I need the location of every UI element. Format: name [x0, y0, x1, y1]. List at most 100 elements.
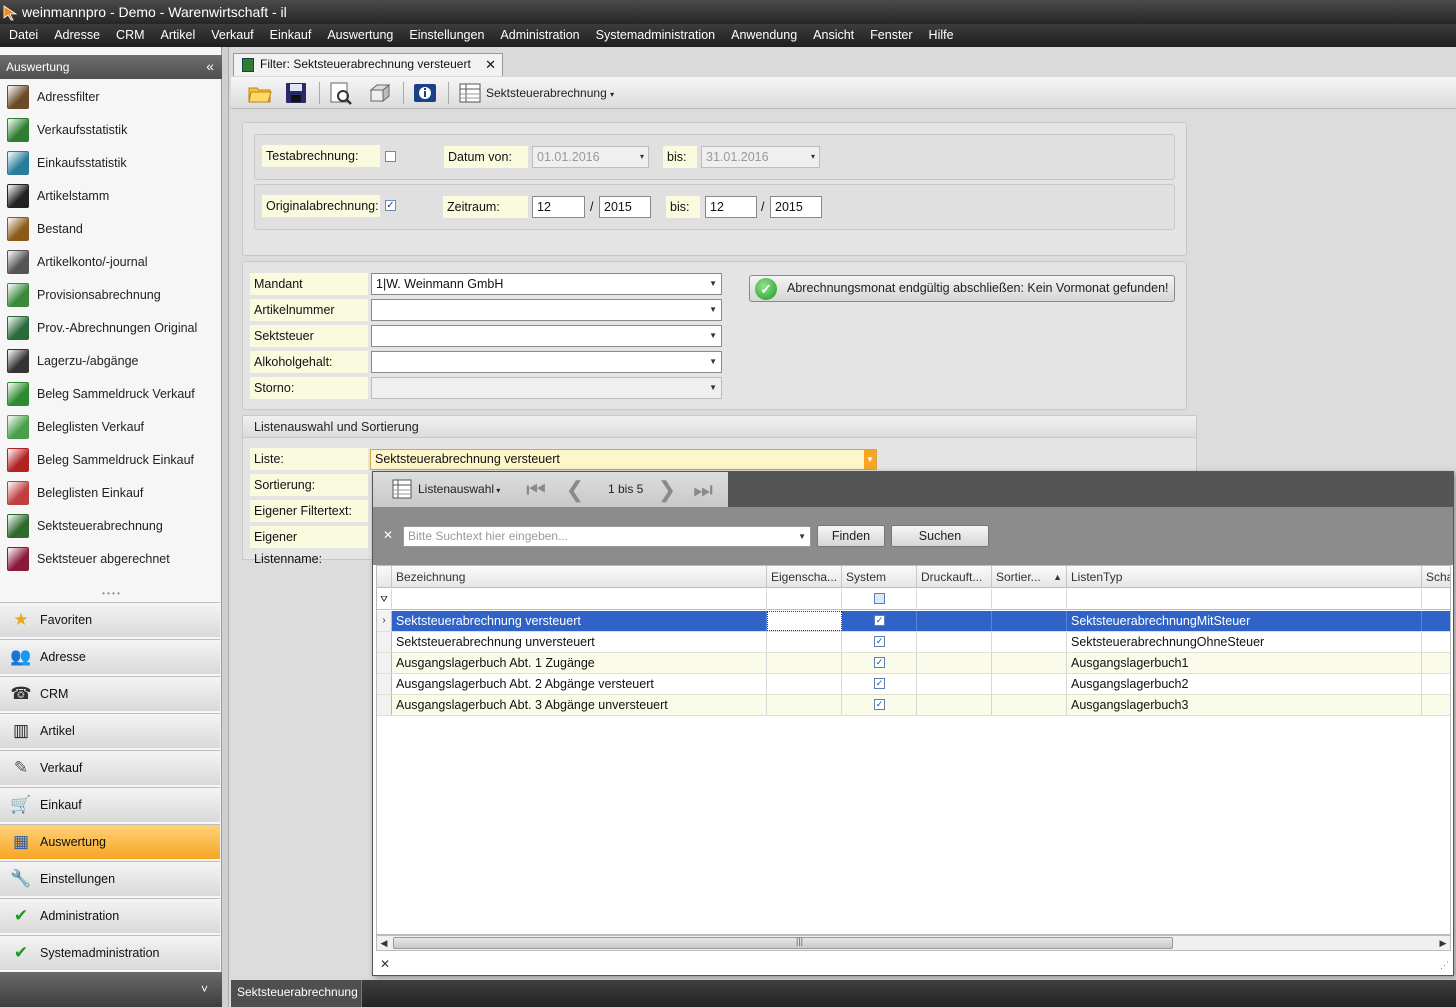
artikelnummer-select[interactable]: ▼	[371, 299, 722, 321]
sektsteuer-select[interactable]: ▼	[371, 325, 722, 347]
resize-grip-icon[interactable]: ⋰	[1440, 960, 1449, 971]
menu-einstellungen[interactable]: Einstellungen	[401, 24, 492, 47]
menu-einkauf[interactable]: Einkauf	[262, 24, 320, 47]
last-page-icon[interactable]: ⏭	[691, 478, 715, 501]
status-tab[interactable]: Sektsteuerabrechnung	[231, 980, 362, 1007]
sidebar-item-12[interactable]: Beleglisten Einkauf	[0, 476, 220, 509]
category-adresse[interactable]: 👥 Adresse	[0, 639, 220, 674]
close-icon[interactable]: ✕	[485, 54, 496, 75]
search-input[interactable]: Bitte Suchtext hier eingeben... ▼	[403, 526, 811, 547]
system-checkbox[interactable]: ✓	[874, 657, 885, 668]
menu-hilfe[interactable]: Hilfe	[921, 24, 962, 47]
cell-schalter[interactable]	[1422, 632, 1450, 652]
cell-druckauftrag[interactable]	[917, 674, 992, 694]
find-button[interactable]: Finden	[817, 525, 885, 547]
cell-druckauftrag[interactable]	[917, 632, 992, 652]
close-month-button[interactable]: ✓ Abrechnungsmonat endgültig abschließen…	[749, 275, 1175, 302]
filter-system-checkbox[interactable]	[874, 593, 885, 604]
row-indicator[interactable]: ›	[377, 611, 392, 631]
test-checkbox[interactable]	[385, 151, 396, 162]
chevron-down-icon[interactable]: ▼	[864, 450, 876, 469]
layout-button[interactable]	[457, 81, 483, 105]
cell-system[interactable]: ✓	[842, 632, 917, 652]
cell-druckauftrag[interactable]	[917, 695, 992, 715]
sidebar-item-6[interactable]: Provisionsabrechnung	[0, 278, 220, 311]
category-favoriten[interactable]: ★ Favoriten	[0, 602, 220, 637]
row-indicator[interactable]	[377, 695, 392, 715]
horizontal-scrollbar[interactable]: ◀ ||| ▶	[376, 935, 1451, 951]
cell-listentyp[interactable]: Ausgangslagerbuch3	[1067, 695, 1422, 715]
sidebar-item-9[interactable]: Beleg Sammeldruck Verkauf	[0, 377, 220, 410]
datum-bis-field[interactable]: 31.01.2016 ▾	[701, 146, 820, 168]
zeitraum-von-monat[interactable]: 12	[532, 196, 585, 218]
table-row[interactable]: Ausgangslagerbuch Abt. 2 Abgänge versteu…	[377, 674, 1450, 695]
cell-sortierung[interactable]	[992, 674, 1067, 694]
filter-sortierung[interactable]	[992, 589, 1067, 610]
menu-artikel[interactable]: Artikel	[153, 24, 204, 47]
list-dropdown[interactable]: Sektsteuerabrechnung ▾	[486, 77, 614, 111]
cell-system[interactable]: ✓	[842, 653, 917, 673]
column-header-2[interactable]: System	[842, 566, 917, 588]
sidebar-item-5[interactable]: Artikelkonto/-journal	[0, 245, 220, 278]
filter-system[interactable]	[842, 589, 917, 610]
menu-anwendung[interactable]: Anwendung	[723, 24, 805, 47]
menu-systemadministration[interactable]: Systemadministration	[588, 24, 724, 47]
cell-eigenschaft[interactable]	[767, 674, 842, 694]
row-indicator[interactable]	[377, 674, 392, 694]
print-button[interactable]	[367, 81, 393, 105]
cell-bezeichnung[interactable]: Ausgangslagerbuch Abt. 3 Abgänge unverst…	[392, 695, 767, 715]
first-page-icon[interactable]: ⏮	[524, 478, 548, 501]
cell-bezeichnung[interactable]: Ausgangslagerbuch Abt. 2 Abgänge versteu…	[392, 674, 767, 694]
sidebar-expand-button[interactable]: ˅	[0, 972, 222, 1007]
cell-druckauftrag[interactable]	[917, 653, 992, 673]
zeitraum-bis-jahr[interactable]: 2015	[770, 196, 822, 218]
cell-eigenschaft[interactable]	[767, 653, 842, 673]
menu-ansicht[interactable]: Ansicht	[805, 24, 862, 47]
cell-system[interactable]: ✓	[842, 611, 917, 631]
cell-sortierung[interactable]	[992, 632, 1067, 652]
category-artikel[interactable]: ▥ Artikel	[0, 713, 220, 748]
table-row[interactable]: Sektsteuerabrechnung unversteuert ✓ Sektst…	[377, 632, 1450, 653]
cell-druckauftrag[interactable]	[917, 611, 992, 631]
category-auswertung[interactable]: ▦ Auswertung	[0, 824, 220, 859]
listenauswahl-dropdown[interactable]: Listenauswahl ▾	[418, 478, 506, 501]
cell-bezeichnung[interactable]: Sektsteuerabrechnung versteuert	[392, 611, 767, 631]
cell-system[interactable]: ✓	[842, 674, 917, 694]
cell-system[interactable]: ✓	[842, 695, 917, 715]
menu-crm[interactable]: CRM	[108, 24, 152, 47]
tab-filter[interactable]: Filter: Sektsteuerabrechnung versteuert …	[233, 53, 503, 76]
cell-schalter[interactable]	[1422, 674, 1450, 694]
sidebar-item-7[interactable]: Prov.-Abrechnungen Original	[0, 311, 220, 344]
menu-fenster[interactable]: Fenster	[862, 24, 920, 47]
category-einkauf[interactable]: 🛒 Einkauf	[0, 787, 220, 822]
datum-von-field[interactable]: 01.01.2016 ▾	[532, 146, 649, 168]
column-header-3[interactable]: Druckauft...	[917, 566, 992, 588]
scroll-thumb[interactable]: |||	[393, 936, 1173, 949]
cell-bezeichnung[interactable]: Ausgangslagerbuch Abt. 1 Zugänge	[392, 653, 767, 673]
cell-sortierung[interactable]	[992, 653, 1067, 673]
system-checkbox[interactable]: ✓	[874, 615, 885, 626]
clear-icon[interactable]: ✕	[383, 528, 393, 542]
collapse-icon[interactable]: «	[206, 55, 214, 77]
zeitraum-von-jahr[interactable]: 2015	[599, 196, 651, 218]
save-button[interactable]	[283, 81, 309, 105]
column-header-5[interactable]: ListenTyp	[1067, 566, 1422, 588]
sidebar-item-1[interactable]: Verkaufsstatistik	[0, 113, 220, 146]
sidebar-item-3[interactable]: Artikelstamm	[0, 179, 220, 212]
column-header-1[interactable]: Eigenscha...	[767, 566, 842, 588]
table-row[interactable]: Ausgangslagerbuch Abt. 1 Zugänge ✓ Ausgang…	[377, 653, 1450, 674]
category-crm[interactable]: ☎ CRM	[0, 676, 220, 711]
cell-listentyp[interactable]: Ausgangslagerbuch2	[1067, 674, 1422, 694]
row-indicator[interactable]	[377, 632, 392, 652]
cell-eigenschaft[interactable]	[767, 695, 842, 715]
cell-bezeichnung[interactable]: Sektsteuerabrechnung unversteuert	[392, 632, 767, 652]
scroll-right-icon[interactable]: ▶	[1436, 936, 1450, 950]
column-header-4[interactable]: Sortier... ▲	[992, 566, 1067, 588]
column-header-0[interactable]: Bezeichnung	[392, 566, 767, 588]
cell-schalter[interactable]	[1422, 695, 1450, 715]
cell-sortierung[interactable]	[992, 611, 1067, 631]
menu-datei[interactable]: Datei	[1, 24, 46, 47]
filter-druckauftrag[interactable]	[917, 589, 992, 610]
system-checkbox[interactable]: ✓	[874, 636, 885, 647]
zeitraum-bis-monat[interactable]: 12	[705, 196, 757, 218]
